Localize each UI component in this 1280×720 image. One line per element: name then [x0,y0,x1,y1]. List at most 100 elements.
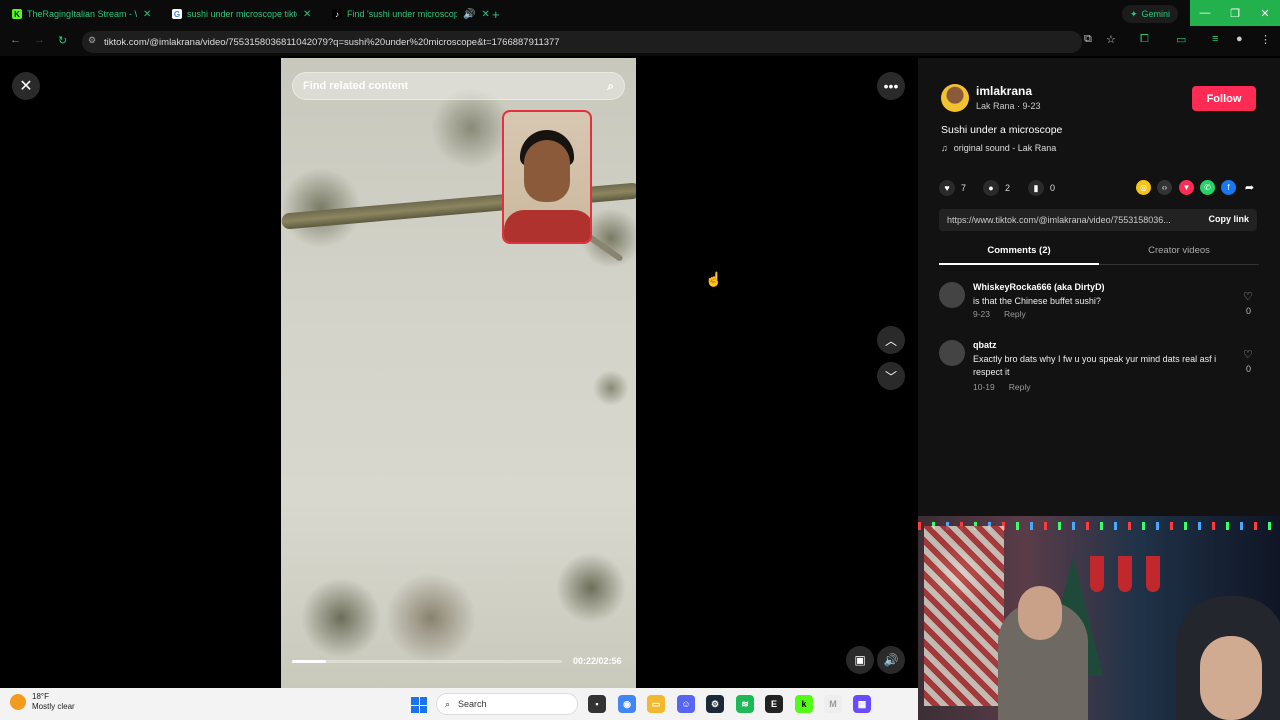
google-icon: G [172,9,182,19]
cast-icon[interactable]: ▭ [1176,33,1186,46]
bookmark-star-icon[interactable]: ☆ [1106,33,1116,46]
mouse-cursor-icon: ☝ [705,271,723,287]
comment-date: 9-23 [973,309,991,319]
wrapped-decoration [924,526,1004,706]
embed-icon[interactable]: ‹› [1157,180,1172,195]
browser-tab-bar: K TheRagingItalian Stream - Wat ✕ G sush… [0,0,1280,28]
close-tab-icon[interactable]: ✕ [303,9,311,20]
commenter-avatar[interactable] [939,340,965,366]
windows-start-icon[interactable] [411,697,427,713]
stocking [1090,556,1104,592]
commenter-avatar[interactable] [939,282,965,308]
like-button[interactable]: ♥ 7 [939,180,966,196]
video-link-field[interactable]: https://www.tiktok.com/@imlakrana/video/… [939,209,1257,231]
share-arrow-icon[interactable]: ➦ [1242,180,1257,195]
app-icon[interactable]: M [824,695,842,713]
reply-button[interactable]: Reply [1004,309,1026,319]
reload-icon[interactable]: ↻ [58,34,67,47]
second-person-head [1200,636,1262,720]
stocking [1146,556,1160,592]
taskbar-search[interactable]: ⌕ Search [436,693,578,715]
maximize-button[interactable]: ❐ [1220,0,1250,26]
close-window-button[interactable]: ✕ [1250,0,1280,26]
stocking [1118,556,1132,592]
copy-link-button[interactable]: Copy link [1208,214,1249,224]
gemini-button[interactable]: ✦ Gemini [1122,5,1179,23]
music-note-icon: ♫ [941,143,948,153]
weather-temp: 18°F [32,692,49,701]
save-button[interactable]: ▮ 0 [1028,180,1055,196]
kick-icon[interactable]: k [795,695,813,713]
related-content-search[interactable]: Find related content ⌕ [292,72,625,100]
video-progress-bar[interactable] [292,660,562,663]
reply-button[interactable]: Reply [1009,382,1031,392]
tab-google-search[interactable]: G sushi under microscope tiktok ✕ [166,4,317,24]
forward-icon[interactable]: → [34,34,45,46]
coin-icon[interactable]: ◎ [1136,180,1151,195]
heart-icon[interactable]: ♡ [1243,348,1253,361]
back-icon[interactable]: ← [10,34,21,46]
taskbar-search-label: Search [458,699,487,709]
install-icon[interactable]: ⧉ [1084,33,1092,46]
comment-item: qbatz Exactly bro dats why I fw u you sp… [939,340,1259,400]
whatsapp-icon[interactable]: ✆ [1200,180,1215,195]
comment-icon: ● [983,180,999,196]
facecam-shirt [504,210,590,242]
search-icon[interactable]: ⌕ [607,79,614,94]
volume-icon[interactable]: 🔊 [877,646,905,674]
profile-avatar[interactable]: ● [1236,33,1243,45]
creator-username[interactable]: imlakrana [976,84,1032,98]
tab-stream[interactable]: K TheRagingItalian Stream - Wat ✕ [6,4,157,24]
url-field[interactable]: ⚙ tiktok.com/@imlakrana/video/7553158036… [82,31,1082,53]
spotify-icon[interactable]: ≋ [736,695,754,713]
close-tab-icon[interactable]: ✕ [143,9,151,20]
creator-info: Lak Rana · 9-23 [976,101,1041,111]
video-timestamp: 00:22/02:56 [573,656,622,666]
site-info-icon[interactable]: ⚙ [88,35,96,46]
menu-icon[interactable]: ⋮ [1260,33,1271,46]
video-player[interactable]: Find related content ⌕ 00:22/02:56 [281,58,636,688]
tab-creator-videos[interactable]: Creator videos [1099,243,1259,265]
comment-button[interactable]: ● 2 [983,180,1010,196]
follow-button[interactable]: Follow [1192,86,1256,111]
miniplayer-icon[interactable]: ▣ [846,646,874,674]
facecam-face [524,140,570,202]
streamer-webcam [918,516,1280,720]
weather-widget[interactable]: 18°F Mostly clear [10,692,75,712]
tab-title: sushi under microscope tiktok [187,9,297,19]
video-link-text: https://www.tiktok.com/@imlakrana/video/… [947,215,1171,225]
more-options-icon[interactable]: ••• [877,72,905,100]
kick-icon: K [12,9,22,19]
epic-games-icon[interactable]: E [765,695,783,713]
sound-link[interactable]: ♫ original sound - Lak Rana [941,143,1056,153]
send-icon[interactable]: ▼ [1179,180,1194,195]
new-tab-button[interactable]: + [486,4,506,24]
tiktok-icon: ♪ [332,9,342,19]
gemini-label: Gemini [1141,9,1171,19]
next-video-button[interactable]: ﹀ [877,362,905,390]
steam-icon[interactable]: ⚙ [706,695,724,713]
video-description: Sushi under a microscope [941,124,1063,136]
chrome-icon[interactable]: ◉ [618,695,636,713]
creator-avatar[interactable] [941,84,969,112]
task-view-icon[interactable]: ▪ [588,695,606,713]
sound-label: original sound - Lak Rana [953,143,1057,153]
media-icon[interactable]: ≡ [1212,33,1218,45]
search-placeholder: Find related content [303,80,409,92]
calendar-app-icon[interactable]: ▦ [853,695,871,713]
weather-condition: Mostly clear [32,702,75,711]
close-icon[interactable]: ✕ [12,72,40,100]
tab-tiktok[interactable]: ♪ Find 'sushi under microscop 🔊 ✕ [326,4,496,24]
commenter-name[interactable]: qbatz [973,340,997,350]
minimize-button[interactable]: — [1190,0,1220,26]
discord-icon[interactable]: ☺ [677,695,695,713]
commenter-name[interactable]: WhiskeyRocka666 (aka DirtyD) [973,282,1105,292]
heart-icon[interactable]: ♡ [1243,290,1253,303]
progress-fill [292,660,326,663]
facebook-icon[interactable]: f [1221,180,1236,195]
previous-video-button[interactable]: ︿ [877,326,905,354]
extensions-icon[interactable]: ⧠ [1140,33,1149,46]
weather-text: 18°F Mostly clear [32,692,75,712]
tab-comments[interactable]: Comments (2) [939,243,1099,265]
folder-icon[interactable]: ▭ [647,695,665,713]
